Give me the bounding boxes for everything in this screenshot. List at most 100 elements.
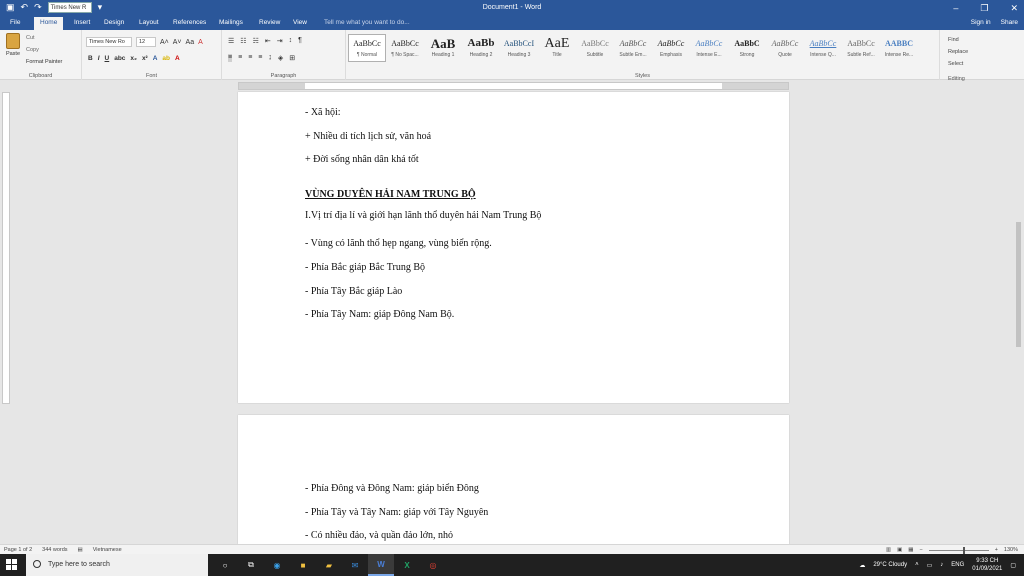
- tell-me-box[interactable]: Tell me what you want to do...: [324, 19, 410, 26]
- tab-layout[interactable]: Layout: [139, 19, 159, 26]
- zoom-slider-handle[interactable]: [962, 546, 965, 554]
- subscript-icon[interactable]: x₂: [130, 55, 137, 62]
- superscript-icon[interactable]: x²: [142, 55, 148, 62]
- minimize-button[interactable]: –: [953, 3, 958, 14]
- style-quote[interactable]: AaBbCc Quote: [766, 34, 804, 62]
- underline-button[interactable]: U: [105, 55, 110, 62]
- bold-button[interactable]: B: [88, 55, 93, 62]
- zoom-out-icon[interactable]: −: [919, 547, 922, 553]
- format-painter-button[interactable]: Format Painter: [26, 59, 62, 65]
- shrink-font-icon[interactable]: A˅: [173, 39, 182, 46]
- decrease-indent-icon[interactable]: ⇤: [265, 37, 271, 45]
- tab-view[interactable]: View: [293, 19, 307, 26]
- find-button[interactable]: Find: [948, 34, 968, 46]
- close-button[interactable]: ✕: [1010, 3, 1018, 14]
- tab-insert[interactable]: Insert: [74, 19, 90, 26]
- share-button[interactable]: Share: [1001, 19, 1018, 26]
- input-language[interactable]: ENG: [951, 562, 964, 568]
- style-subtitle[interactable]: AaBbCc Subtitle: [576, 34, 614, 62]
- document-page-2[interactable]: - Phía Đông và Đông Nam: giáp biển Đông …: [238, 415, 789, 544]
- numbering-icon[interactable]: ☷: [240, 37, 246, 45]
- tab-mailings[interactable]: Mailings: [219, 19, 243, 26]
- cut-button[interactable]: Cut: [26, 35, 35, 41]
- font-color-icon[interactable]: A: [175, 55, 180, 62]
- notifications-icon[interactable]: ▢: [1010, 562, 1016, 569]
- select-button[interactable]: Select: [948, 58, 968, 70]
- horizontal-ruler[interactable]: [238, 82, 789, 90]
- windows-start-icon[interactable]: [6, 559, 17, 570]
- align-right-icon[interactable]: ≡: [248, 54, 252, 62]
- style-heading-3[interactable]: AaBbCcI Heading 3: [500, 34, 538, 62]
- align-center-icon[interactable]: ≡: [238, 54, 242, 62]
- clock[interactable]: 9:33 CH 01/09/2021: [972, 557, 1002, 573]
- restore-button[interactable]: ❐: [980, 3, 988, 14]
- highlight-icon[interactable]: ab: [162, 55, 170, 62]
- zoom-in-icon[interactable]: +: [995, 547, 998, 553]
- zoom-slider[interactable]: [928, 546, 989, 554]
- style-intense-emphasis[interactable]: AaBbCc Intense E...: [690, 34, 728, 62]
- tab-home[interactable]: Home: [34, 17, 64, 30]
- language-indicator[interactable]: Vietnamese: [93, 547, 122, 553]
- network-icon[interactable]: ▭: [927, 562, 933, 569]
- print-layout-icon[interactable]: ▣: [897, 547, 902, 553]
- document-page-1[interactable]: - Xã hội: + Nhiều di tích lịch sử, văn h…: [238, 92, 789, 403]
- multilevel-list-icon[interactable]: ☵: [253, 37, 259, 45]
- cortana-icon[interactable]: ○: [212, 554, 238, 576]
- strikethrough-icon[interactable]: abc: [114, 55, 125, 62]
- vertical-ruler[interactable]: [2, 92, 10, 404]
- store-icon[interactable]: ■: [290, 554, 316, 576]
- font-name-box[interactable]: Times New Ro: [86, 37, 132, 47]
- zoom-level[interactable]: 130%: [1004, 547, 1018, 553]
- tray-chevron-icon[interactable]: ˄: [915, 562, 919, 568]
- copy-button[interactable]: Copy: [26, 47, 39, 53]
- proofing-icon[interactable]: ▤: [78, 547, 83, 553]
- style-emphasis[interactable]: AaBbCc Emphasis: [652, 34, 690, 62]
- page-count[interactable]: Page 1 of 2: [4, 547, 32, 553]
- sort-icon[interactable]: ↕: [289, 37, 293, 45]
- italic-button[interactable]: I: [98, 55, 100, 62]
- tab-references[interactable]: References: [173, 19, 206, 26]
- line-spacing-icon[interactable]: ↨: [268, 54, 272, 62]
- style-normal[interactable]: AaBbCc ¶ Normal: [348, 34, 386, 62]
- read-mode-icon[interactable]: ▥: [886, 547, 891, 553]
- increase-indent-icon[interactable]: ⇥: [277, 37, 283, 45]
- pilcrow-icon[interactable]: ¶: [298, 37, 302, 45]
- task-view-icon[interactable]: ⧉: [238, 554, 264, 576]
- edge-icon[interactable]: ◉: [264, 554, 290, 576]
- vertical-scrollbar[interactable]: [1015, 82, 1022, 542]
- weather-icon[interactable]: ☁: [859, 562, 865, 569]
- shading-icon[interactable]: ◈: [278, 54, 283, 62]
- style-subtle-reference[interactable]: AaBbCc Subtle Ref...: [842, 34, 880, 62]
- style-heading-1[interactable]: AaB Heading 1: [424, 34, 462, 62]
- style-no-spacing[interactable]: AaBbCc ¶ No Spac...: [386, 34, 424, 62]
- style-intense-quote[interactable]: AaBbCc Intense Q...: [804, 34, 842, 62]
- sign-in-link[interactable]: Sign in: [971, 19, 991, 26]
- style-intense-reference[interactable]: AABBC Intense Re...: [880, 34, 918, 62]
- borders-icon[interactable]: ⊞: [289, 54, 295, 62]
- word-icon[interactable]: W: [368, 554, 394, 576]
- paste-button[interactable]: Paste: [4, 33, 22, 57]
- justify-icon[interactable]: ≡: [258, 54, 262, 62]
- style-subtle-emphasis[interactable]: AaBbCc Subtle Em...: [614, 34, 652, 62]
- style-heading-2[interactable]: AaBb Heading 2: [462, 34, 500, 62]
- bullets-icon[interactable]: ☰: [228, 37, 234, 45]
- mail-icon[interactable]: ✉: [342, 554, 368, 576]
- word-count[interactable]: 344 words: [42, 547, 67, 553]
- excel-icon[interactable]: X: [394, 554, 420, 576]
- chrome-icon[interactable]: ◎: [420, 554, 446, 576]
- font-size-box[interactable]: 12: [136, 37, 156, 47]
- style-title[interactable]: AaE Title: [538, 34, 576, 62]
- clear-format-icon[interactable]: A: [198, 39, 203, 46]
- style-strong[interactable]: AaBbC Strong: [728, 34, 766, 62]
- tab-review[interactable]: Review: [259, 19, 280, 26]
- volume-icon[interactable]: ♪: [940, 562, 943, 568]
- weather-text[interactable]: 29°C Cloudy: [873, 562, 907, 568]
- text-effects-icon[interactable]: A: [153, 55, 158, 62]
- file-explorer-icon[interactable]: ▰: [316, 554, 342, 576]
- tab-design[interactable]: Design: [104, 19, 124, 26]
- scrollbar-thumb[interactable]: [1016, 222, 1021, 347]
- taskbar-search-box[interactable]: Type here to search: [26, 554, 208, 576]
- replace-button[interactable]: Replace: [948, 46, 968, 58]
- tab-file[interactable]: File: [10, 19, 20, 26]
- change-case-icon[interactable]: Aa: [186, 39, 195, 46]
